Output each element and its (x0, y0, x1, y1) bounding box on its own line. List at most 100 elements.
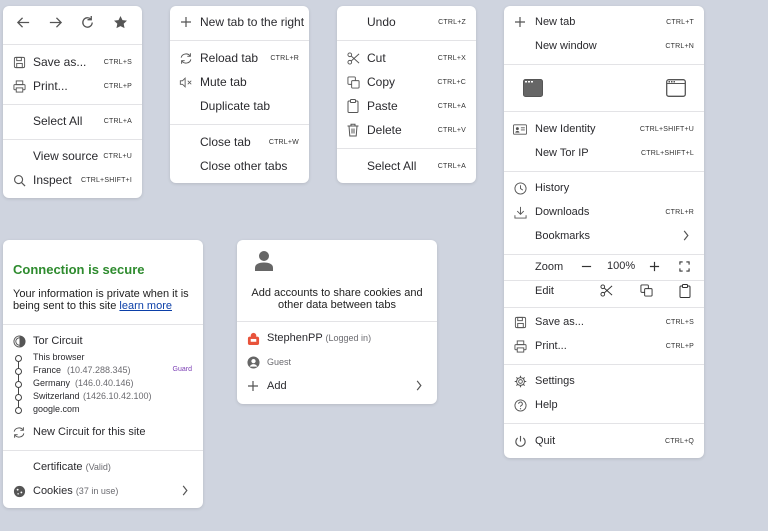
cookies-label: Cookies (37 in use) (33, 485, 118, 497)
zoom-label: Zoom (535, 261, 564, 273)
print-label: Print... (33, 79, 68, 93)
cut-item[interactable]: Cut CTRL+X (337, 47, 476, 69)
reload-icon[interactable] (80, 15, 95, 30)
node-ip: (1426.10.42.100) (83, 391, 152, 401)
separator (170, 124, 309, 125)
reload-tab-shortcut: CTRL+R (270, 54, 299, 62)
undo-item[interactable]: Undo CTRL+Z (337, 11, 476, 33)
close-tab-label: Close tab (200, 135, 251, 149)
node-dot (15, 407, 22, 414)
zoom-out-button[interactable] (581, 261, 592, 272)
separator (3, 139, 142, 140)
account-user-state: (Logged in) (325, 333, 372, 343)
outline-window-icon[interactable] (666, 79, 686, 97)
account-item-user[interactable]: StephenPP (Logged in) (237, 327, 437, 349)
duplicate-tab-item[interactable]: Duplicate tab (170, 95, 309, 117)
app-menu: New tab CTRL+T New window CTRL+N New Ide… (504, 6, 704, 458)
add-account-button[interactable]: Add (237, 375, 437, 397)
mute-tab-item[interactable]: Mute tab (170, 71, 309, 93)
filled-window-icon[interactable] (523, 79, 543, 97)
identity-card-icon (513, 122, 527, 136)
new-tab-shortcut: CTRL+T (666, 18, 694, 26)
new-tab-item[interactable]: New tab CTRL+T (504, 11, 704, 33)
undo-label: Undo (367, 15, 396, 29)
new-circuit-button[interactable]: New Circuit for this site (3, 421, 203, 443)
certificate-item[interactable]: Certificate (Valid) (3, 456, 203, 478)
guest-avatar-icon (246, 355, 260, 369)
inspect-item[interactable]: Inspect CTRL+SHIFT+I (3, 169, 142, 191)
save-as-item[interactable]: Save as... CTRL+S (504, 311, 704, 333)
separator (504, 423, 704, 424)
new-identity-item[interactable]: New Identity CTRL+SHIFT+U (504, 118, 704, 140)
reload-tab-label: Reload tab (200, 51, 259, 65)
delete-item[interactable]: Delete CTRL+V (337, 119, 476, 141)
save-as-item[interactable]: Save as... CTRL+S (3, 51, 142, 73)
settings-item[interactable]: Settings (504, 370, 704, 392)
save-as-shortcut: CTRL+S (665, 318, 694, 326)
delete-shortcut: CTRL+V (437, 126, 466, 134)
select-all-item[interactable]: Select All CTRL+A (337, 155, 476, 177)
print-icon (513, 339, 527, 353)
close-tab-item[interactable]: Close tab CTRL+W (170, 131, 309, 153)
plus-icon (513, 15, 527, 29)
new-tab-right-item[interactable]: New tab to the right (170, 11, 309, 33)
new-tor-ip-item[interactable]: New Tor IP CTRL+SHIFT+L (504, 142, 704, 164)
quit-item[interactable]: Quit CTRL+Q (504, 430, 704, 452)
cut-shortcut: CTRL+X (437, 54, 466, 62)
bookmark-star-icon[interactable] (113, 15, 128, 30)
history-item[interactable]: History (504, 177, 704, 199)
close-other-tabs-item[interactable]: Close other tabs (170, 155, 309, 177)
tor-onion-icon (12, 334, 26, 348)
view-source-label: View source (33, 149, 99, 163)
back-icon[interactable] (16, 15, 31, 30)
certificate-label: Certificate (Valid) (33, 461, 111, 473)
clipboard-icon[interactable] (679, 284, 691, 298)
copy-icon[interactable] (640, 284, 653, 297)
select-all-item[interactable]: Select All CTRL+A (3, 110, 142, 132)
view-source-item[interactable]: View source CTRL+U (3, 145, 142, 167)
new-identity-shortcut: CTRL+SHIFT+U (639, 125, 694, 133)
certificate-text: Certificate (33, 461, 83, 473)
bookmarks-label: Bookmarks (535, 230, 591, 242)
new-tor-ip-label: New Tor IP (535, 147, 589, 159)
forward-icon[interactable] (48, 15, 63, 30)
window-layout-row (504, 72, 704, 108)
zoom-row: Zoom 100% (504, 256, 704, 278)
bookmarks-item[interactable]: Bookmarks (504, 225, 704, 247)
paste-item[interactable]: Paste CTRL+A (337, 95, 476, 117)
separator (337, 40, 476, 41)
print-item[interactable]: Print... CTRL+P (3, 75, 142, 97)
save-icon (513, 315, 527, 329)
reload-tab-item[interactable]: Reload tab CTRL+R (170, 47, 309, 69)
close-tab-shortcut: CTRL+W (268, 138, 299, 146)
account-item-guest[interactable]: Guest (237, 351, 437, 373)
separator (237, 321, 437, 322)
print-shortcut: CTRL+P (665, 342, 694, 350)
accounts-panel: Add accounts to share cookies and other … (237, 240, 437, 404)
new-window-label: New window (535, 40, 597, 52)
learn-more-link[interactable]: learn more (119, 300, 172, 312)
zoom-in-button[interactable] (649, 261, 660, 272)
new-window-item[interactable]: New window CTRL+N (504, 35, 704, 57)
reload-icon (12, 425, 26, 439)
separator (337, 148, 476, 149)
help-item[interactable]: Help (504, 394, 704, 416)
separator (504, 254, 704, 255)
downloads-item[interactable]: Downloads CTRL+R (504, 201, 704, 223)
cookies-item[interactable]: Cookies (37 in use) (3, 480, 203, 502)
cookies-text: Cookies (33, 485, 73, 497)
plus-icon (179, 15, 193, 29)
fullscreen-icon[interactable] (679, 261, 690, 272)
circuit-node: This browser (3, 352, 203, 365)
separator (3, 450, 203, 451)
chevron-right-icon (682, 230, 690, 241)
print-item[interactable]: Print... CTRL+P (504, 335, 704, 357)
inspect-label: Inspect (33, 173, 72, 187)
copy-item[interactable]: Copy CTRL+C (337, 71, 476, 93)
print-shortcut: CTRL+P (103, 82, 132, 90)
node-ip: (10.47.288.345) (67, 365, 131, 375)
cookie-icon (12, 484, 26, 498)
scissors-icon[interactable] (600, 284, 613, 297)
tor-circuit-header: Tor Circuit (3, 330, 203, 352)
connection-panel: Connection is secure Your information is… (3, 240, 203, 508)
